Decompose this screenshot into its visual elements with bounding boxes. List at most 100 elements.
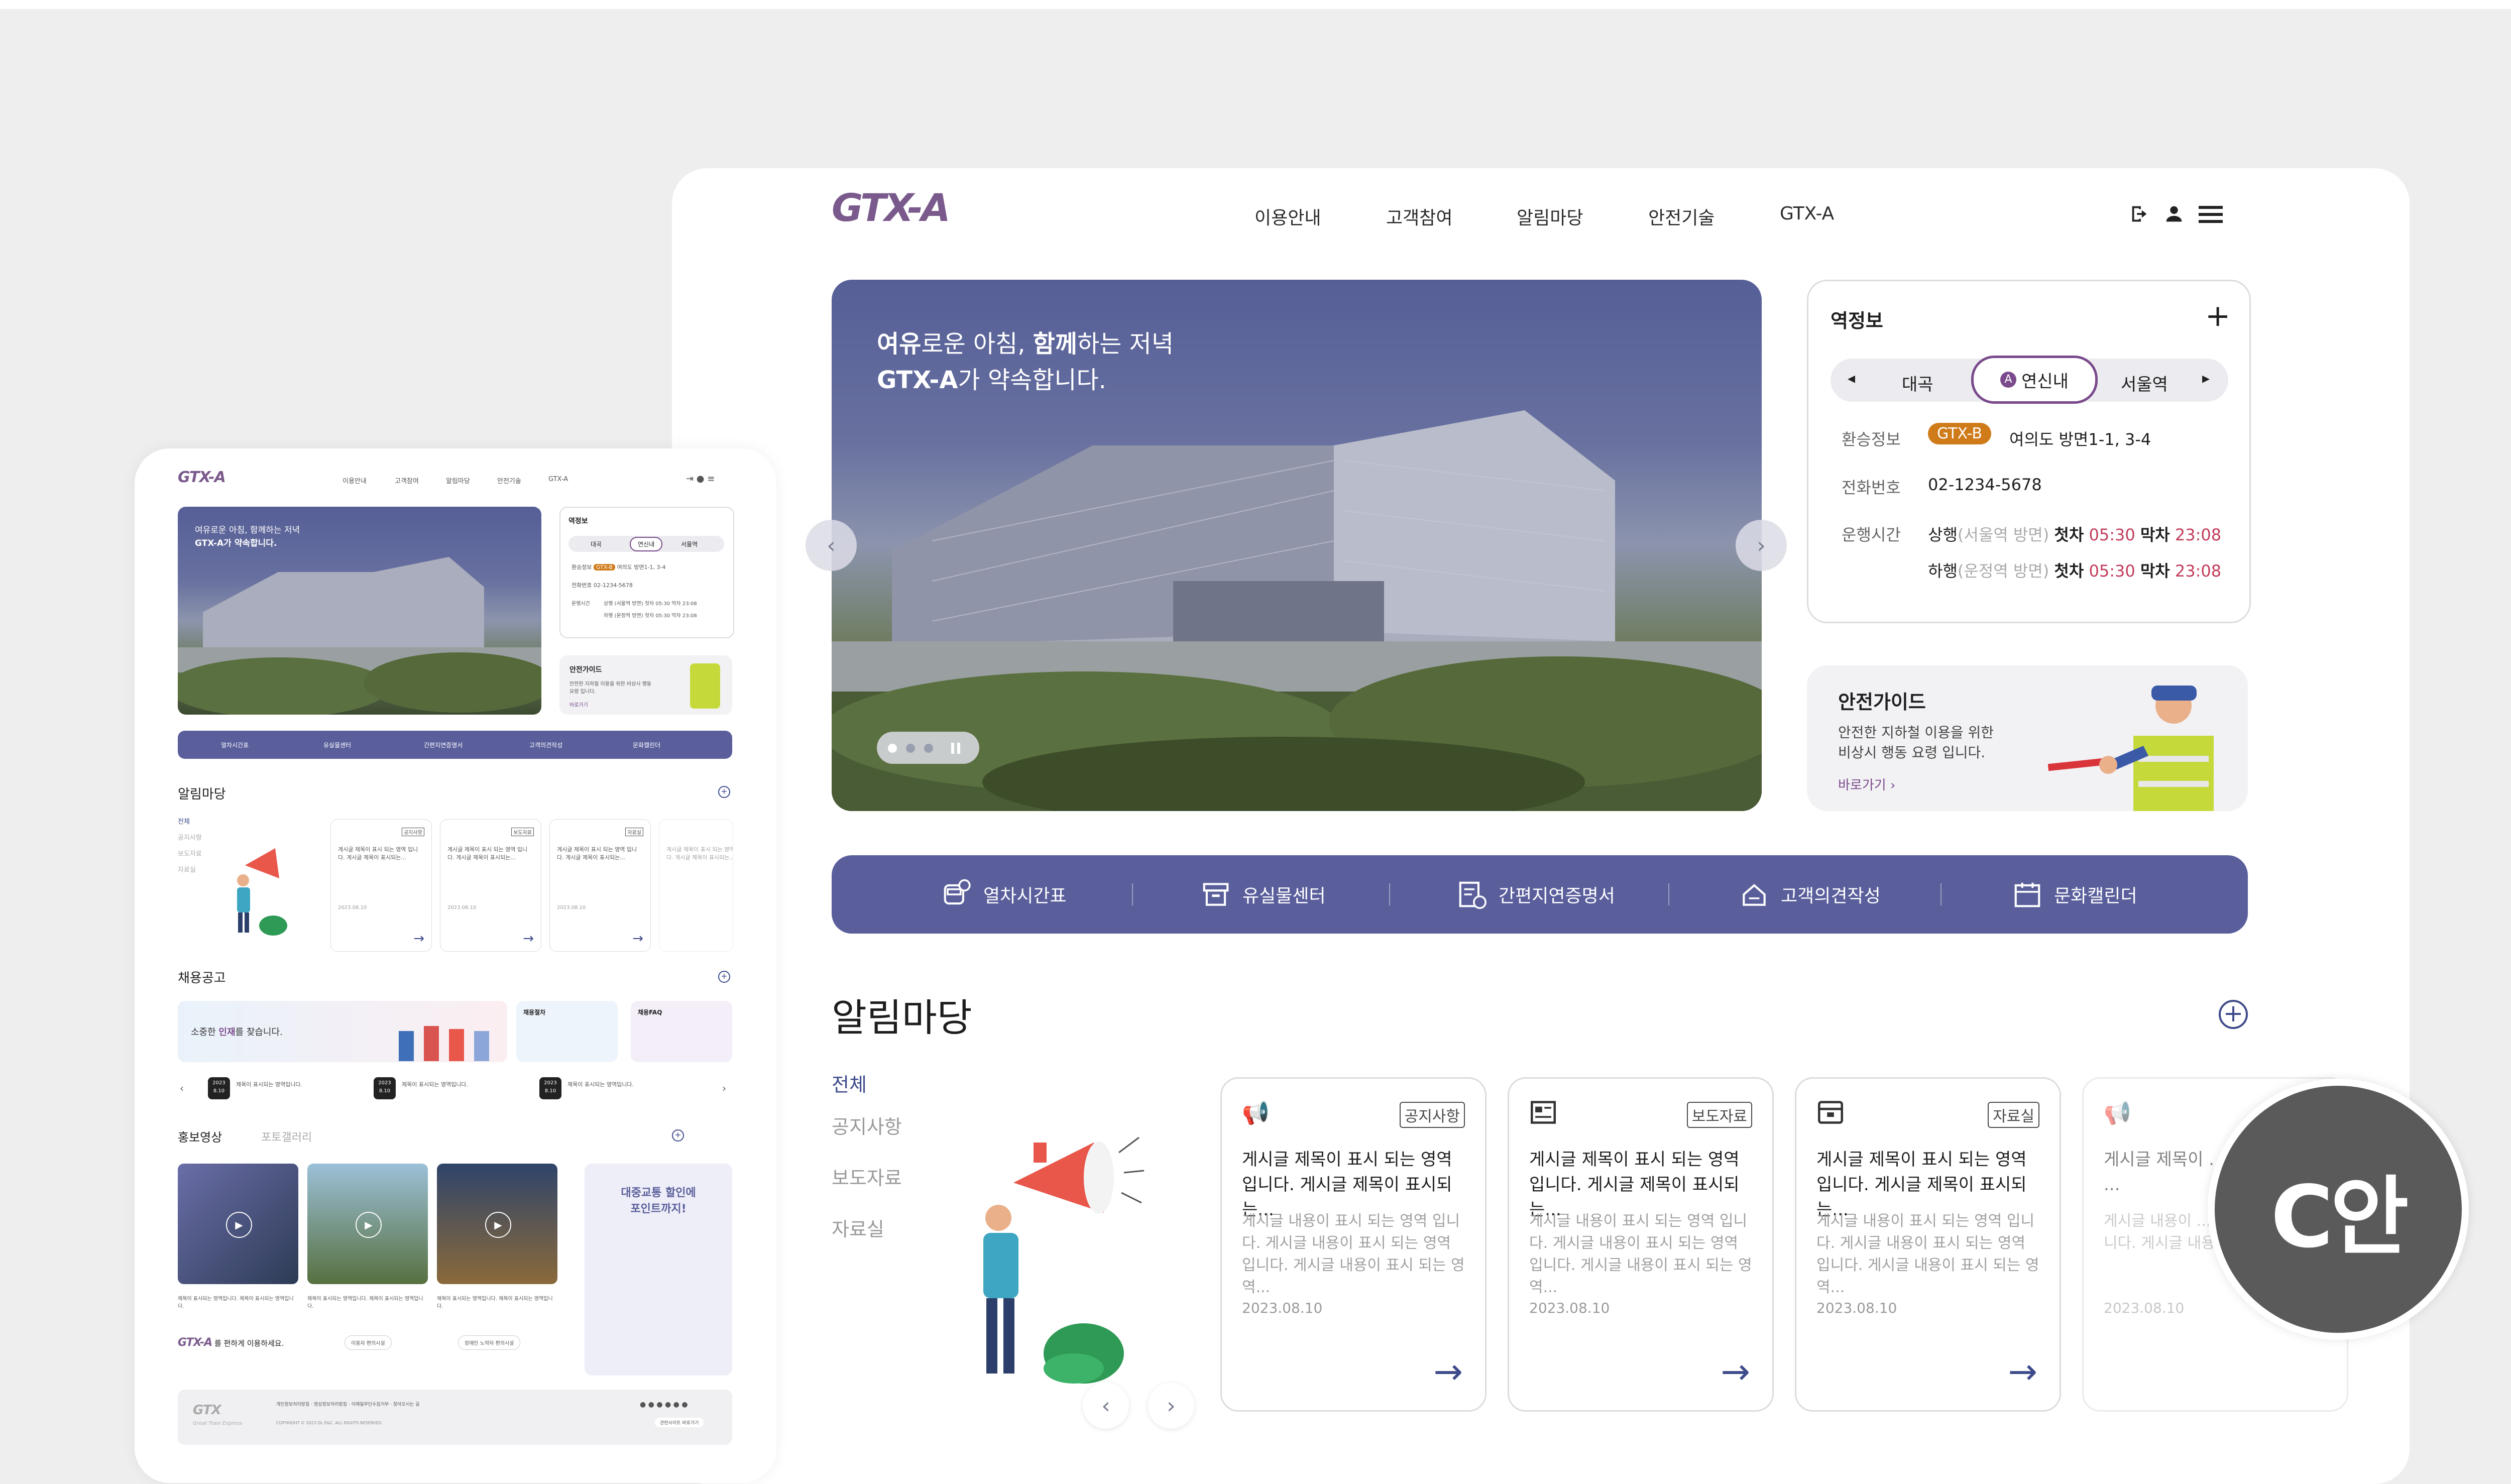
recruit-item-title[interactable]: 제목이 표시되는 영역입니다.	[567, 1080, 634, 1088]
notice-card-mobile[interactable]: 공지사항 게시글 제목이 표시 되는 영역 입니다. 게시글 제목이 표시되는.…	[330, 819, 432, 952]
notice-tab-archive[interactable]: 자료실	[832, 1214, 884, 1241]
recruit-prev-icon[interactable]: ‹	[180, 1082, 184, 1094]
pause-icon[interactable]	[949, 742, 962, 755]
quick-item-mobile[interactable]: 간편지연증명서	[424, 741, 463, 749]
notice-card-mobile[interactable]: 게시글 제목이 표시 되는 영역 입니다. 게시글 제목이 표시되는...	[659, 819, 733, 952]
footer-link[interactable]: 개인정보처리방침	[276, 1402, 309, 1407]
notice-next-button[interactable]: ›	[1148, 1383, 1194, 1429]
video-more-icon[interactable]: +	[672, 1129, 684, 1141]
slide-dot[interactable]	[924, 744, 933, 753]
promo-banner[interactable]: 대중교통 할인에 포인트까지!	[585, 1164, 732, 1376]
quick-item-mobile[interactable]: 고객의견작성	[529, 741, 562, 749]
hero-prev-button[interactable]: ‹	[806, 520, 857, 571]
station-next[interactable]: 서울역	[2121, 371, 2168, 395]
footer-link[interactable]: 찾아오시는 길	[393, 1402, 420, 1407]
recruit-next-icon[interactable]: ›	[722, 1082, 726, 1094]
quick-culture-calendar[interactable]: 문화캘린더	[2012, 855, 2137, 934]
recruit-process-box[interactable]: 채용절차	[516, 1001, 618, 1062]
notice-tab-mobile[interactable]: 전체	[178, 816, 190, 826]
nav-item[interactable]: 알림마당	[446, 476, 470, 485]
recruit-date-badge: 2023 8.10	[374, 1077, 396, 1099]
arrow-right-icon[interactable]: →	[632, 931, 643, 946]
video-thumbnail[interactable]: ▶	[178, 1164, 298, 1284]
notice-tab-press[interactable]: 보도자료	[832, 1163, 902, 1190]
nav-item-notice[interactable]: 알림마당	[1517, 203, 1583, 230]
safety-card-mobile[interactable]: 안전가이드 안전한 지하철 이용을 위한 비상시 행동 요령 입니다. 바로가기	[559, 655, 732, 715]
gtx-logo-mobile[interactable]: GTX-A	[178, 469, 226, 486]
nav-item[interactable]: GTX-A	[548, 476, 568, 483]
quick-item-mobile[interactable]: 유실물센터	[323, 741, 351, 749]
safety-desc-mobile: 안전한 지하철 이용을 위한 비상시 행동 요령 입니다.	[569, 681, 652, 695]
notice-tab-mobile[interactable]: 공지사항	[178, 832, 202, 842]
hero-next-button[interactable]: ›	[1736, 520, 1787, 571]
gtx-logo[interactable]: GTX-A	[832, 185, 951, 230]
notice-tab-mobile[interactable]: 자료실	[178, 864, 196, 874]
station-prev-arrow[interactable]: ◂	[1848, 370, 1855, 387]
arrow-right-icon[interactable]: →	[2008, 1351, 2037, 1392]
arrow-right-icon[interactable]: →	[523, 931, 534, 946]
notice-more-icon[interactable]: +	[2219, 1000, 2248, 1029]
nav-item-customer[interactable]: 고객참여	[1386, 203, 1452, 230]
footer-link[interactable]: 영상정보처리방침	[314, 1402, 347, 1407]
quick-item-mobile[interactable]: 열차시간표	[221, 741, 249, 749]
quick-train-timetable[interactable]: 열차시간표	[941, 855, 1067, 934]
arrow-right-icon[interactable]: →	[1721, 1351, 1750, 1392]
nav-item-usage[interactable]: 이용안내	[1254, 203, 1321, 230]
nav-item-safety[interactable]: 안전기술	[1648, 203, 1715, 230]
slide-dot[interactable]	[906, 744, 915, 753]
safety-guide-card[interactable]: 안전가이드 안전한 지하철 이용을 위한 비상시 행동 요령 입니다. 바로가기…	[1807, 665, 2248, 811]
nav-item[interactable]: 고객참여	[395, 476, 419, 485]
notice-card-mobile[interactable]: 자료실 게시글 제목이 표시 되는 영역 입니다. 게시글 제목이 표시되는..…	[549, 819, 651, 952]
accessibility-button[interactable]: 장애인 노약자 편의시설	[458, 1335, 521, 1350]
quick-customer-opinion[interactable]: 고객의견작성	[1739, 855, 1881, 934]
plus-icon[interactable]: +	[2205, 298, 2230, 333]
play-icon[interactable]: ▶	[356, 1212, 382, 1238]
quick-lost-found[interactable]: 유실물센터	[1200, 855, 1326, 934]
station-next-arrow[interactable]: ▸	[2202, 370, 2210, 387]
arrow-right-icon[interactable]: →	[1433, 1351, 1463, 1392]
station-prev[interactable]: 대곡	[1902, 371, 1933, 395]
quick-delay-certificate[interactable]: 간편지연증명서	[1456, 855, 1615, 934]
video-tab-photo[interactable]: 포토갤러리	[261, 1128, 312, 1145]
nav-item[interactable]: 안전기술	[497, 476, 521, 485]
notice-card[interactable]: 자료실 게시글 제목이 표시 되는 영역 입니다. 게시글 제목이 표시되는..…	[1795, 1077, 2061, 1412]
safety-link-mobile[interactable]: 바로가기	[569, 701, 588, 708]
recruit-item-title[interactable]: 제목이 표시되는 영역입니다.	[236, 1080, 302, 1088]
footer-link[interactable]: 이메일무단수집거부	[352, 1402, 389, 1407]
recruit-faq-box[interactable]: 채용FAQ	[631, 1001, 732, 1062]
video-tab-active[interactable]: 홍보영상	[178, 1127, 222, 1145]
family-site-select[interactable]: 관련사이트 바로가기	[655, 1418, 704, 1427]
safety-link[interactable]: 바로가기 ›	[1838, 775, 1895, 793]
video-thumbnail[interactable]: ▶	[437, 1164, 557, 1284]
play-icon[interactable]: ▶	[485, 1212, 511, 1238]
header-icons[interactable]: ⇥ ● ≡	[686, 474, 715, 484]
recruit-banner[interactable]: 소중한 인재를 찾습니다.	[178, 1001, 507, 1062]
recruit-more-icon[interactable]: +	[718, 971, 730, 983]
notice-tab-announcement[interactable]: 공지사항	[832, 1111, 902, 1139]
social-icons[interactable]: ● ● ● ● ● ●	[640, 1401, 688, 1409]
station-current[interactable]: A 연신내	[1971, 356, 2098, 404]
video-thumbnail[interactable]: ▶	[307, 1164, 428, 1284]
arrow-right-icon[interactable]: →	[413, 931, 424, 946]
hero-banner[interactable]: 여유로운 아침, 함께하는 저녁 GTX-A가 약속합니다.	[832, 280, 1762, 811]
notice-prev-button[interactable]: ‹	[1083, 1383, 1129, 1429]
nav-item[interactable]: 이용안내	[343, 476, 367, 485]
station-selector-mobile[interactable]: 대곡 연신내 서울역	[568, 536, 724, 552]
notice-card[interactable]: 보도자료 게시글 제목이 표시 되는 영역 입니다. 게시글 제목이 표시되는.…	[1508, 1077, 1774, 1412]
quick-item-mobile[interactable]: 문화캘린더	[633, 741, 660, 749]
slide-dot-active[interactable]	[888, 744, 897, 753]
menu-icon[interactable]	[2198, 201, 2224, 226]
notice-card-mobile[interactable]: 보도자료 게시글 제목이 표시 되는 영역 입니다. 게시글 제목이 표시되는.…	[440, 819, 541, 952]
notice-tab-mobile[interactable]: 보도자료	[178, 848, 202, 858]
user-icon[interactable]	[2162, 202, 2186, 225]
notice-more-icon-mobile[interactable]: +	[718, 786, 730, 798]
notice-tab-all[interactable]: 전체	[832, 1069, 867, 1097]
hero-banner-mobile[interactable]: 여유로운 아침, 함께하는 저녁 GTX-A가 약속합니다.	[178, 507, 541, 715]
notice-card[interactable]: 📢 공지사항 게시글 제목이 표시 되는 영역 입니다. 게시글 제목이 표시되…	[1220, 1077, 1487, 1412]
play-icon[interactable]: ▶	[226, 1212, 252, 1238]
nav-item-gtxa[interactable]: GTX-A	[1780, 203, 1834, 224]
slide-indicator[interactable]	[877, 732, 979, 764]
logout-icon[interactable]	[2128, 202, 2151, 225]
facility-button[interactable]: 이용자 편의시설	[345, 1335, 392, 1350]
recruit-item-title[interactable]: 제목이 표시되는 영역입니다.	[402, 1080, 468, 1088]
